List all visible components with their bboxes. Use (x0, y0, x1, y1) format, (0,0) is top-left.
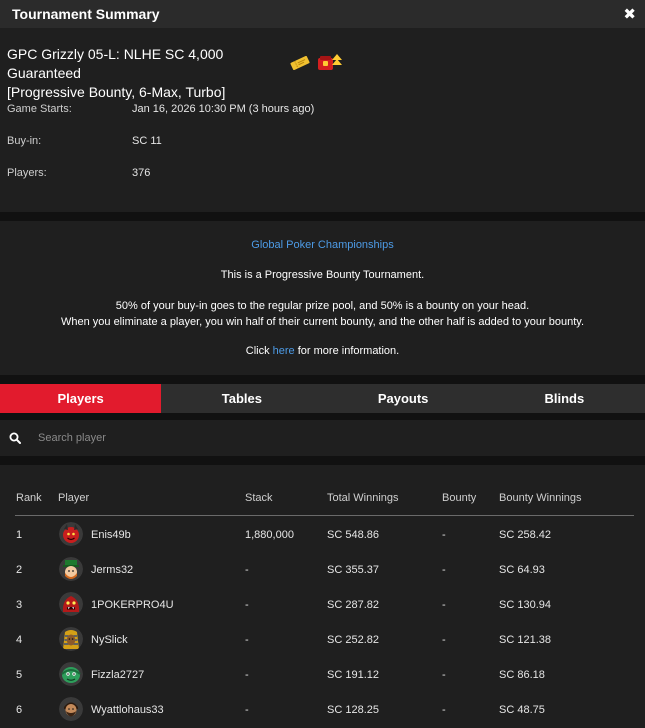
bounty-winnings-cell: SC 48.75 (499, 704, 545, 716)
game-starts-value: Jan 16, 2026 10:30 PM (3 hours ago) (132, 103, 315, 115)
bounty-info-panel: Global Poker Championships This is a Pro… (0, 221, 645, 375)
bounty-winnings-cell: SC 64.93 (499, 564, 545, 576)
table-row[interactable]: 4 NySlick - SC 252.82 - SC 121.38 (0, 622, 645, 657)
tournament-name-line1: GPC Grizzly 05-L: NLHE SC 4,000 Guarante… (7, 46, 224, 81)
players-label: Players: (7, 167, 47, 179)
rank-cell: 4 (16, 634, 23, 646)
tournament-name: GPC Grizzly 05-L: NLHE SC 4,000 Guarante… (7, 45, 297, 102)
window-title: Tournament Summary (12, 6, 160, 22)
total-winnings-cell: SC 252.82 (327, 634, 379, 646)
table-row[interactable]: 2 Jerms32 - SC 355.37 - SC 64.93 (0, 552, 645, 587)
total-winnings-cell: SC 287.82 (327, 599, 379, 611)
table-row[interactable]: 1 Enis49b 1,880,000 SC 548.86 - SC 258.4… (0, 517, 645, 552)
rank-cell: 6 (16, 704, 23, 716)
leprechaun-avatar (59, 557, 83, 581)
more-info-line: Click here for more information. (0, 345, 645, 357)
column-total-winnings[interactable]: Total Winnings (327, 492, 399, 504)
total-winnings-cell: SC 355.37 (327, 564, 379, 576)
bounty-winnings-cell: SC 130.94 (499, 599, 551, 611)
tab-blinds[interactable]: Blinds (484, 384, 645, 413)
red-monster-avatar (59, 592, 83, 616)
pharaoh-avatar (59, 627, 83, 651)
bounty-cell: - (442, 529, 446, 541)
rank-cell: 1 (16, 529, 23, 541)
player-name[interactable]: Jerms32 (91, 564, 133, 576)
search-input[interactable] (38, 428, 618, 448)
bounty-cell: - (442, 704, 446, 716)
table-row[interactable]: 5 Fizzla2727 - SC 191.12 - SC 86.18 (0, 657, 645, 692)
stack-cell: - (245, 634, 249, 646)
tournament-summary-panel: GPC Grizzly 05-L: NLHE SC 4,000 Guarante… (0, 28, 645, 212)
bounty-cell: - (442, 634, 446, 646)
table-row[interactable]: 3 1POKERPRO4U - SC 287.82 - SC 130.94 (0, 587, 645, 622)
column-bounty[interactable]: Bounty (442, 492, 476, 504)
column-rank[interactable]: Rank (16, 492, 42, 504)
tournament-name-line2: [Progressive Bounty, 6-Max, Turbo] (7, 84, 226, 100)
more-info-link[interactable]: here (273, 345, 295, 357)
header-divider (15, 515, 634, 516)
click-suffix: for more information. (294, 345, 400, 357)
bounty-cell: - (442, 599, 446, 611)
close-icon[interactable]: ✖ (623, 5, 636, 23)
bounty-icon (318, 54, 342, 70)
table-row[interactable]: 6 Wyattlohaus33 - SC 128.25 - SC 48.75 (0, 692, 645, 727)
click-prefix: Click (245, 345, 273, 357)
total-winnings-cell: SC 191.12 (327, 669, 379, 681)
player-name[interactable]: Fizzla2727 (91, 669, 144, 681)
stack-cell: - (245, 599, 249, 611)
stack-cell: 1,880,000 (245, 529, 294, 541)
players-value: 376 (132, 167, 151, 179)
player-name[interactable]: 1POKERPRO4U (91, 599, 174, 611)
tab-payouts[interactable]: Payouts (323, 384, 484, 413)
ticket-icon (290, 56, 310, 70)
info-line-1: This is a Progressive Bounty Tournament. (220, 269, 425, 281)
bearded-man-avatar (59, 697, 83, 721)
players-table: Rank Player Stack Total Winnings Bounty … (0, 465, 645, 728)
rank-cell: 5 (16, 669, 23, 681)
bounty-cell: - (442, 564, 446, 576)
game-starts-label: Game Starts: (7, 103, 72, 115)
rank-cell: 2 (16, 564, 23, 576)
buy-in-value: SC 11 (132, 135, 162, 147)
buy-in-label: Buy-in: (7, 135, 42, 147)
total-winnings-cell: SC 128.25 (327, 704, 379, 716)
player-name[interactable]: Enis49b (91, 529, 131, 541)
stack-cell: - (245, 564, 249, 576)
rank-cell: 3 (16, 599, 23, 611)
stack-cell: - (245, 669, 249, 681)
window-header: Tournament Summary ✖ (0, 0, 645, 28)
search-bar (0, 420, 645, 456)
player-name[interactable]: NySlick (91, 634, 128, 646)
column-stack[interactable]: Stack (245, 492, 273, 504)
column-bounty-winnings[interactable]: Bounty Winnings (499, 492, 582, 504)
bounty-cell: - (442, 669, 446, 681)
bounty-winnings-cell: SC 86.18 (499, 669, 545, 681)
info-line-3: When you eliminate a player, you win hal… (60, 316, 584, 328)
search-icon (9, 432, 21, 444)
tab-players[interactable]: Players (0, 384, 162, 413)
total-winnings-cell: SC 548.86 (327, 529, 379, 541)
info-line-2: 50% of your buy-in goes to the regular p… (115, 300, 530, 312)
bounty-winnings-cell: SC 121.38 (499, 634, 551, 646)
tab-tables[interactable]: Tables (161, 384, 322, 413)
red-devil-avatar (59, 522, 83, 546)
series-link[interactable]: Global Poker Championships (251, 239, 393, 251)
player-name[interactable]: Wyattlohaus33 (91, 704, 164, 716)
bounty-winnings-cell: SC 258.42 (499, 529, 551, 541)
column-player[interactable]: Player (58, 492, 89, 504)
green-creature-avatar (59, 662, 83, 686)
stack-cell: - (245, 704, 249, 716)
tab-bar: Players Tables Payouts Blinds (0, 384, 645, 413)
